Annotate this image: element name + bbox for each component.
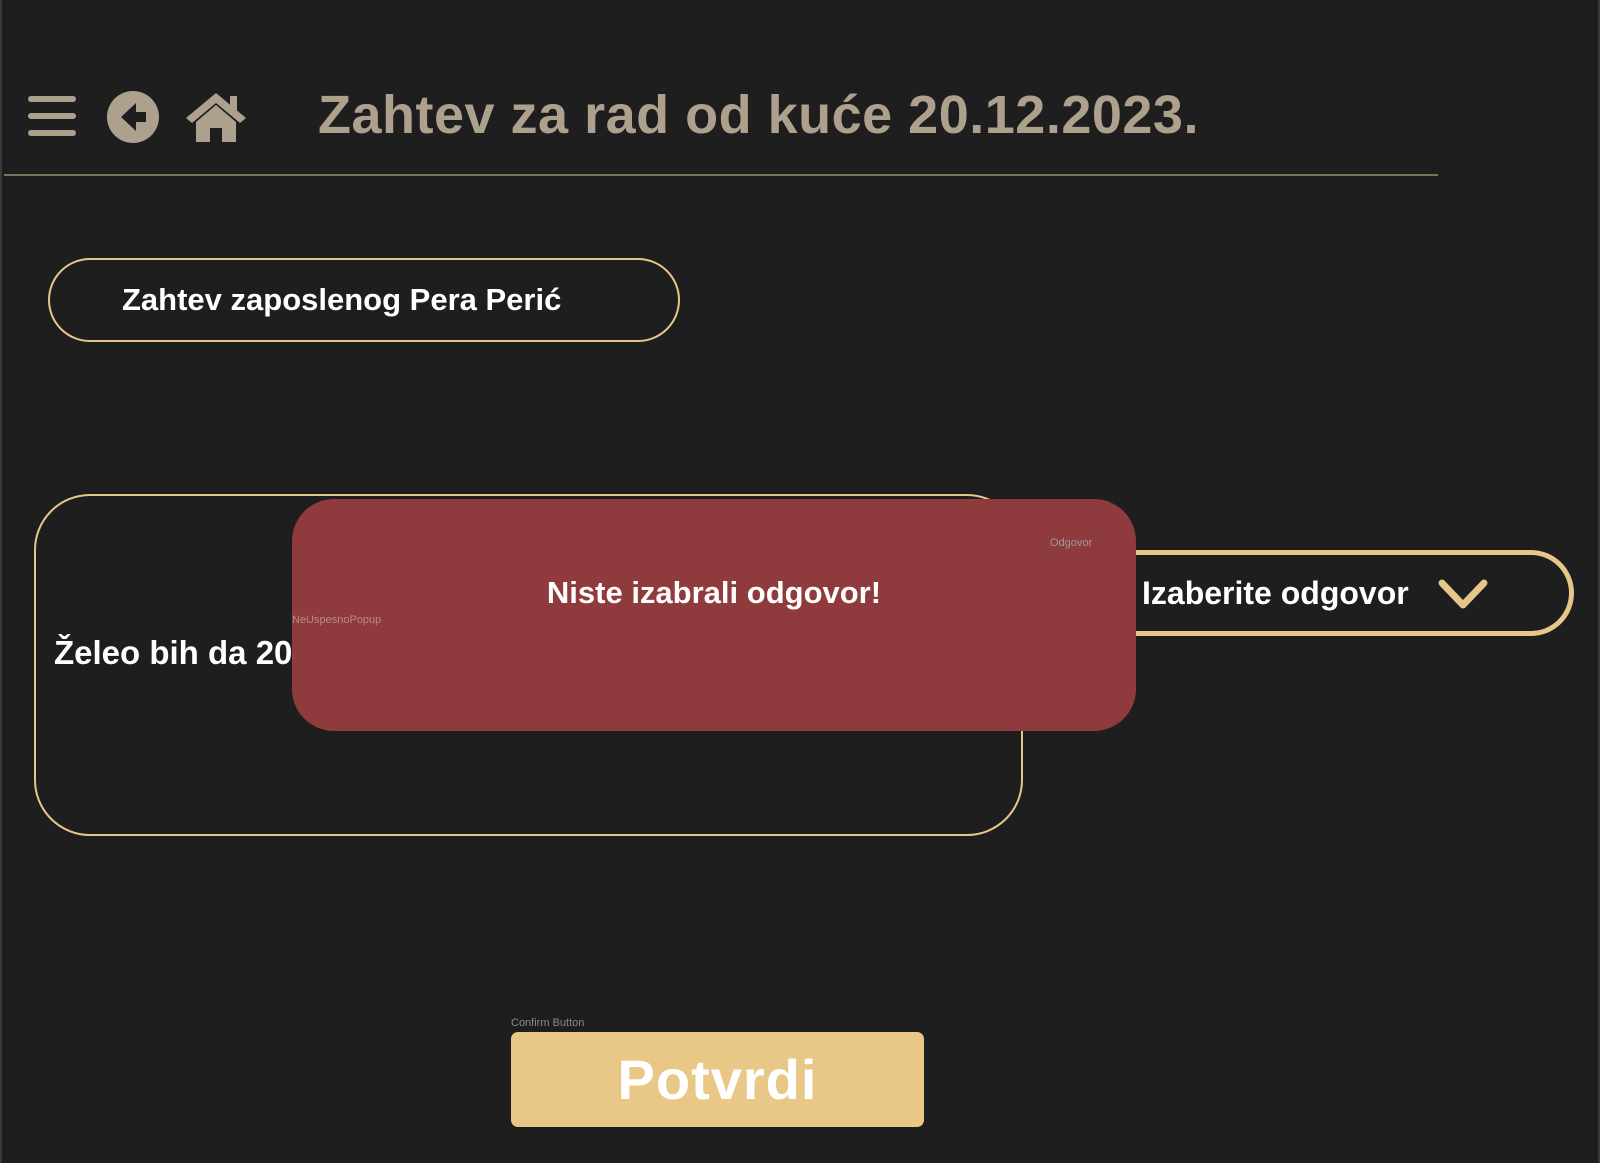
header-divider bbox=[4, 174, 1438, 176]
answer-dropdown-label: Izaberite odgovor bbox=[1142, 575, 1409, 611]
confirm-layer-label: Confirm Button bbox=[511, 1017, 585, 1029]
answer-layer-label: Odgovor bbox=[1050, 537, 1093, 549]
back-icon[interactable] bbox=[106, 90, 160, 144]
error-popup-message: Niste izabrali odgovor! bbox=[546, 575, 882, 610]
employee-request-pill: Zahtev zaposlenog Pera Perić bbox=[48, 258, 680, 342]
menu-icon[interactable] bbox=[28, 92, 78, 140]
answer-dropdown[interactable]: Izaberite odgovor bbox=[1082, 550, 1574, 636]
error-popup: Niste izabrali odgovor! bbox=[292, 499, 1136, 731]
app-frame: Zahtev za rad od kuće 20.12.2023. Zahtev… bbox=[0, 0, 1600, 1163]
employee-request-label: Zahtev zaposlenog Pera Perić bbox=[122, 282, 562, 317]
chevron-down-icon[interactable] bbox=[1437, 577, 1489, 613]
request-text: Želeo bih da 20 bbox=[54, 634, 293, 671]
popup-layer-label: NeUspesnoPopup bbox=[292, 614, 382, 626]
home-icon[interactable] bbox=[184, 90, 248, 144]
page-title: Zahtev za rad od kuće 20.12.2023. bbox=[318, 85, 1199, 145]
confirm-button[interactable]: Potvrdi bbox=[511, 1032, 924, 1127]
